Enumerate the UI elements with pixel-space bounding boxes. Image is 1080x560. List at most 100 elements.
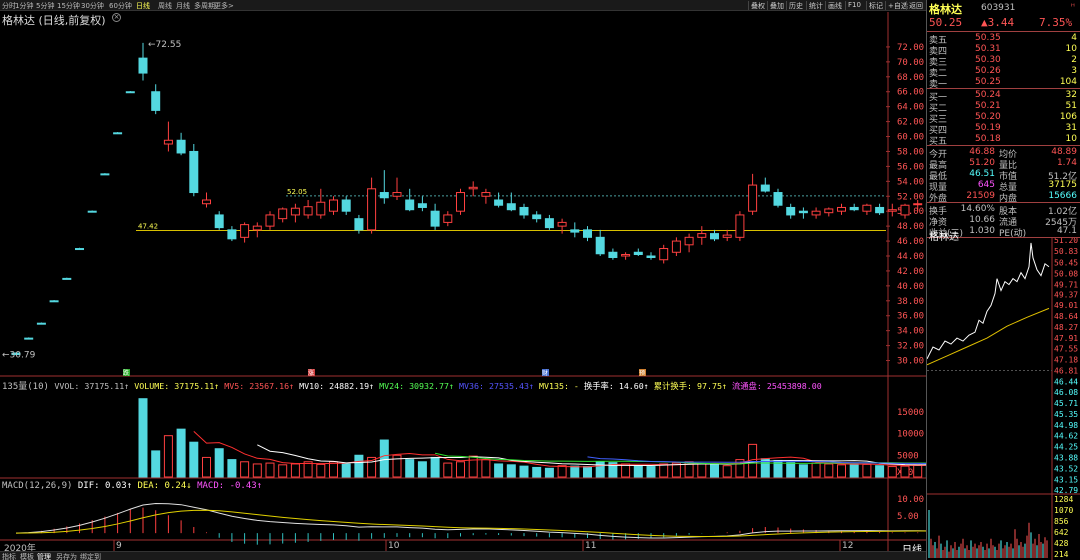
intraday-axis-label: 46.08: [1054, 388, 1078, 397]
candle-body: [240, 224, 250, 238]
volume-bar: [354, 454, 364, 478]
bid-volume: 31: [1065, 123, 1077, 133]
candle-body: [329, 199, 338, 212]
stock-name: 格林达: [929, 3, 962, 16]
candle-body: [519, 206, 529, 216]
candle-body: [456, 192, 465, 212]
stock-change: ▲3.44: [981, 16, 1015, 29]
divider: [927, 31, 1080, 32]
volume-indicator-value: 流通盘: 25453898.00: [731, 381, 822, 391]
intraday-axis-label: 44.25: [1054, 443, 1078, 452]
candle-body: [62, 277, 72, 280]
candle-body: [621, 254, 631, 257]
ask-row: 卖三 50.30 2: [927, 55, 1079, 68]
ask-row: 卖五 50.35 4: [927, 33, 1079, 46]
stat-value: 15666: [1048, 191, 1077, 201]
candle-body: [24, 337, 34, 340]
candle-body: [659, 248, 669, 261]
price-axis-label: 62.00: [897, 118, 924, 128]
volume-bar: [481, 459, 491, 478]
bottom-tab-3[interactable]: 另存为: [56, 552, 77, 560]
candle-body: [227, 229, 237, 240]
high-marker: ←72.55: [148, 40, 181, 50]
candlestick-chart[interactable]: 72.00 70.00 68.00 66.00 64.00 62.00 60.00 58.00…: [0, 0, 926, 551]
volume-indicator-value: VOLUME: 37175.11↑: [134, 381, 225, 391]
price-axis-label: 42.00: [897, 267, 924, 277]
candle-body: [367, 188, 377, 231]
volume-bar: [176, 428, 186, 478]
candle-body: [697, 233, 707, 238]
volume-bar: [303, 461, 313, 478]
stock-change-pct: 7.35%: [1039, 16, 1073, 29]
price-axis-label: 40.00: [897, 282, 924, 292]
reference-line-lower-label: 47.42: [138, 222, 158, 230]
volume-bar: [824, 463, 834, 478]
volume-bar: [290, 463, 300, 478]
intraday-axis-label: 47.55: [1054, 345, 1078, 354]
stat-row: 现量 645 总量 37175: [927, 180, 1079, 193]
stock-code: 603931: [981, 3, 1016, 13]
volume-bar: [341, 463, 351, 478]
divider: [927, 88, 1080, 89]
volume-bar: [862, 463, 872, 478]
candle-body: [887, 209, 897, 212]
volume-bar: [544, 467, 554, 478]
price-axis-label: 30.00: [897, 357, 924, 367]
ask-volume: 2: [1071, 55, 1077, 65]
volume-bar: [329, 461, 338, 478]
volume-bar: [633, 465, 643, 478]
volume-indicator-line: 135量(10) VVOL: 37175.11↑ VOLUME: 37175.1…: [2, 379, 822, 392]
bid-row: 买三 50.20 106: [927, 112, 1079, 125]
bid-row: 买五 50.18 10: [927, 134, 1079, 147]
volume-indicator-value: MV5: 23567.16↑: [224, 381, 300, 391]
volume-bar: [913, 464, 923, 478]
volume-bar: [443, 462, 453, 478]
event-marker-label: 预: [639, 369, 645, 377]
candle-body: [786, 206, 796, 216]
ask-price: 50.31: [975, 44, 1001, 54]
intraday-axis-label: 48.27: [1054, 323, 1078, 332]
intraday-axis-label: 44.62: [1054, 432, 1078, 441]
intraday-axis-label: 43.88: [1054, 454, 1078, 463]
volume-bar: [417, 461, 427, 478]
volume-bar: [214, 448, 224, 478]
event-marker-label: 财: [542, 369, 548, 377]
intraday-volume-axis-label: 1284: [1054, 495, 1073, 504]
ask-price: 50.26: [975, 66, 1001, 76]
ask-volume: 4: [1071, 33, 1077, 43]
ask-row: 卖一 50.25 104: [927, 77, 1079, 90]
candle-body: [214, 214, 224, 229]
ask-price: 50.30: [975, 55, 1001, 65]
ask-volume: 3: [1071, 66, 1077, 76]
candle-body: [583, 229, 592, 238]
volume-bar: [405, 459, 415, 478]
price-axis-label: 72.00: [897, 43, 924, 53]
volume-bar: [646, 466, 656, 478]
bottom-tab-1[interactable]: 模板: [20, 552, 34, 560]
bottom-tab-0[interactable]: 指标: [2, 552, 16, 560]
volume-bar: [798, 464, 808, 478]
candle-body: [430, 210, 440, 227]
stat-value: 46.88: [969, 147, 995, 157]
volume-bar: [189, 441, 199, 478]
candle-body: [798, 210, 808, 214]
bottom-tab-4[interactable]: 绑定到: [80, 552, 101, 560]
volume-bar: [849, 463, 859, 478]
event-marker-label: 涨: [308, 369, 314, 377]
price-axis-label: 44.00: [897, 252, 924, 262]
intraday-volume-axis-label: 428: [1054, 539, 1069, 548]
bottom-tab-2[interactable]: 管理: [37, 552, 51, 560]
stat-row: 净资 10.66 流通 2545万: [927, 215, 1079, 228]
volume-bar: [710, 464, 719, 478]
volume-bar: [202, 456, 211, 478]
stat-value: 48.89: [1051, 147, 1077, 157]
intraday-axis-label: 44.98: [1054, 421, 1078, 430]
candle-body: [633, 251, 643, 256]
candle-body: [405, 199, 415, 211]
price-axis-label: 64.00: [897, 103, 924, 113]
candle-body: [862, 204, 872, 212]
candle-body: [544, 218, 554, 229]
volume-bar: [875, 465, 885, 478]
intraday-chart[interactable]: 51.20 50.83 50.45 50.08 49.7149.37 49.01 48.64…: [927, 238, 1080, 560]
candle-body: [341, 199, 351, 212]
